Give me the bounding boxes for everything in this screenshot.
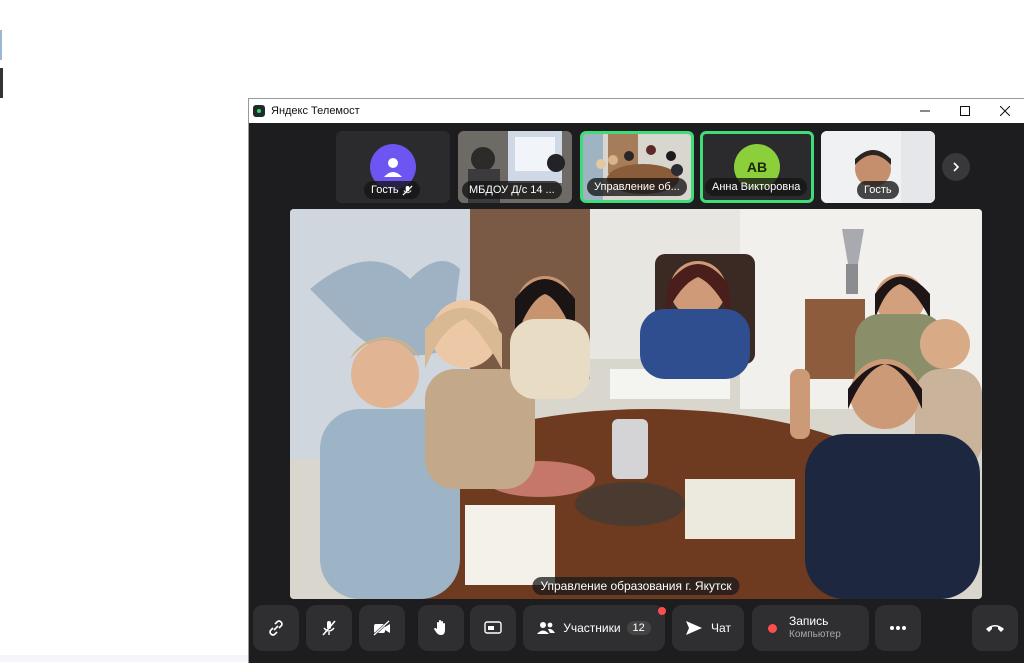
close-button[interactable] — [985, 99, 1024, 123]
minimize-icon — [920, 110, 930, 112]
record-dot-icon — [768, 623, 777, 633]
maximize-icon — [960, 106, 970, 116]
chat-label: Чат — [711, 621, 731, 635]
camera-off-icon — [373, 620, 390, 636]
hand-icon — [434, 620, 445, 635]
participants-label: Участники — [563, 621, 621, 635]
main-video[interactable]: Управление образования г. Якутск — [290, 209, 982, 599]
more-options-button[interactable] — [875, 605, 921, 651]
desktop-edge-mark — [0, 68, 3, 98]
participant-tile[interactable]: МБДОУ Д/с 14 ... — [458, 131, 572, 203]
participant-tile[interactable]: Гость — [336, 131, 450, 203]
user-icon — [384, 158, 402, 177]
next-participants-button[interactable] — [942, 153, 970, 181]
participant-tile[interactable]: АВ Анна Викторовна — [700, 131, 814, 203]
leave-call-button[interactable] — [972, 605, 1018, 651]
mic-muted-icon — [402, 184, 413, 196]
participant-label: МБДОУ Д/с 14 ... — [462, 181, 562, 199]
maximize-button[interactable] — [945, 99, 985, 123]
link-icon — [269, 620, 283, 636]
copy-link-button[interactable] — [253, 605, 299, 651]
participant-label: Анна Викторовна — [705, 178, 807, 196]
conference-room-video — [290, 209, 982, 599]
participant-label: Гость — [857, 181, 899, 199]
window-controls — [905, 99, 1024, 123]
record-button[interactable]: Запись Компьютер — [752, 605, 869, 651]
send-icon — [686, 621, 703, 635]
telemost-window: Яндекс Телемост Гость МБДОУ Д/с 14 ... У… — [248, 98, 1024, 663]
speaker-caption: Управление образования г. Якутск — [532, 577, 740, 595]
close-icon — [1000, 106, 1010, 116]
screen-share-icon — [484, 621, 502, 634]
telemost-logo-icon — [253, 105, 265, 117]
chevron-right-icon — [953, 162, 960, 172]
participant-label: Гость — [364, 181, 420, 199]
mic-muted-icon — [322, 620, 336, 636]
screen-share-button[interactable] — [470, 605, 516, 651]
record-source: Компьютер — [789, 629, 841, 640]
chat-button[interactable]: Чат — [672, 605, 744, 651]
participant-strip: Гость МБДОУ Д/с 14 ... Управление об... … — [249, 131, 1024, 203]
participant-tile[interactable]: Управление об... — [580, 131, 694, 203]
camera-toggle-button[interactable] — [359, 605, 405, 651]
title-bar: Яндекс Телемост — [249, 99, 1024, 123]
more-dots-icon — [890, 626, 906, 630]
record-label: Запись — [789, 614, 829, 628]
notification-dot — [658, 607, 666, 615]
participant-label: Управление об... — [587, 178, 687, 196]
participants-button[interactable]: Участники 12 — [523, 605, 665, 651]
participant-tile[interactable]: Гость — [821, 131, 935, 203]
microphone-toggle-button[interactable] — [306, 605, 352, 651]
hang-up-icon — [986, 625, 1004, 632]
taskbar-strip — [0, 655, 248, 662]
participants-icon — [537, 622, 556, 634]
raise-hand-button[interactable] — [418, 605, 464, 651]
meeting-toolbar: Участники 12 Чат Запись Компьютер — [249, 605, 1024, 653]
window-title: Яндекс Телемост — [271, 105, 360, 117]
minimize-button[interactable] — [905, 99, 945, 123]
participants-count-badge: 12 — [626, 621, 651, 635]
desktop-edge-mark — [0, 30, 2, 60]
